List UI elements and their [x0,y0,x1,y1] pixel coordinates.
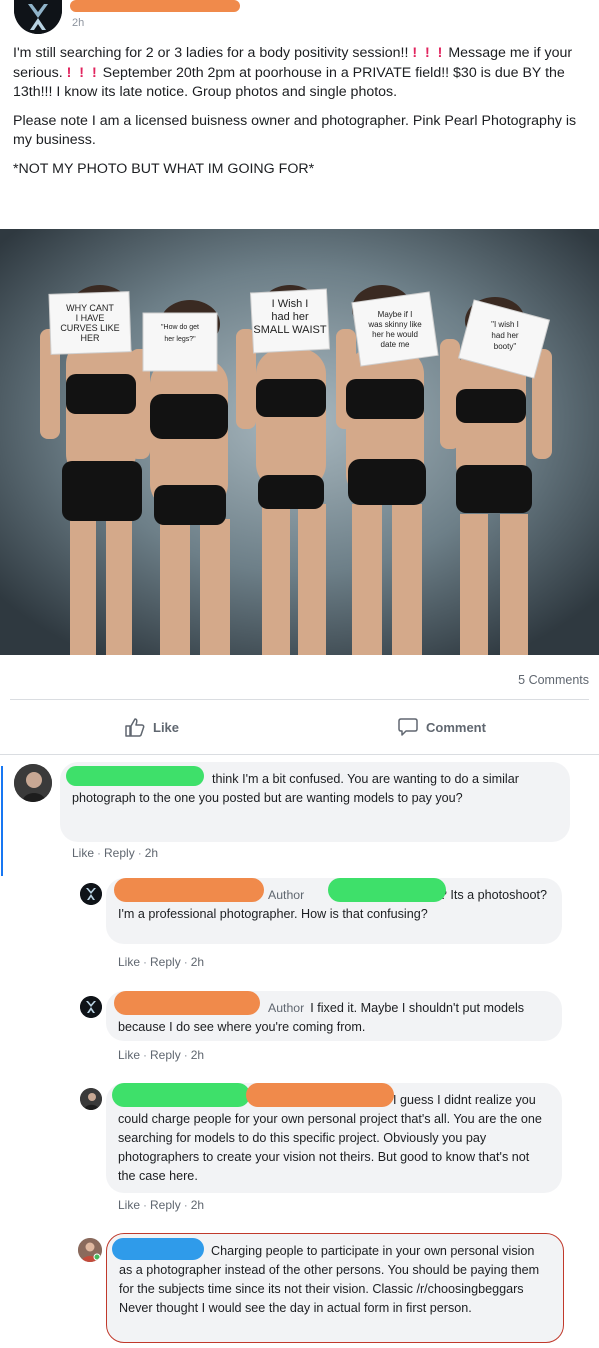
post-timestamp[interactable]: 2h [72,17,84,29]
sign-5-text: "I wish Ihad her booty" [491,320,519,351]
comment-2-actions: Like · Reply · 2h [118,955,205,969]
post-photo[interactable]: WHY CANT I HAVE CURVES LIKE HER "How do get… [0,229,599,655]
profile-photo-icon [80,1088,102,1110]
redacted-commenter-name [66,766,204,786]
post-paragraph-1: I'm still searching for 2 or 3 ladies fo… [13,45,573,100]
comments-count[interactable]: 5 Comments [518,673,589,687]
redacted-commenter-name [112,1238,204,1260]
logo-avatar-icon [80,883,102,905]
thread-indicator [1,766,3,876]
comment-time[interactable]: 2h [191,1198,204,1212]
commenter-avatar[interactable] [80,1088,102,1110]
comment-1-actions: Like · Reply · 2h [72,846,159,860]
logo-avatar-icon [80,996,102,1018]
author-tag: Author [268,888,305,902]
comment-time[interactable]: 2h [191,955,204,969]
author-tag: Author [268,1001,305,1015]
comment-time[interactable]: 2h [145,846,158,860]
commenter-avatar[interactable] [14,764,52,802]
comment-bubble-icon [397,717,419,737]
like-button[interactable]: Like [124,717,179,737]
redacted-poster-name [70,0,240,12]
post-paragraph-2: Please note I am a licensed buisness own… [13,112,577,149]
post-body: I'm still searching for 2 or 3 ladies fo… [13,44,593,188]
comment-4-actions: Like · Reply · 2h [118,1198,205,1212]
redacted-mention [328,878,446,902]
comment-reply-link[interactable]: Reply [150,1198,181,1212]
commenter-avatar[interactable] [78,1238,102,1262]
redacted-mention [246,1083,394,1107]
redacted-commenter-name [112,1083,250,1107]
group-photo-illustration: WHY CANT I HAVE CURVES LIKE HER "How do get… [0,229,599,655]
redacted-commenter-name [114,991,260,1015]
profile-photo-icon [78,1238,102,1262]
comment-3-actions: Like · Reply · 2h [118,1048,205,1062]
like-label: Like [153,719,180,735]
logo-avatar-image [14,0,62,34]
comment-like-link[interactable]: Like [118,1198,140,1212]
comment-like-link[interactable]: Like [118,955,140,969]
profile-photo-icon [14,764,52,802]
comment-like-link[interactable]: Like [72,846,94,860]
poster-avatar[interactable] [14,0,62,34]
redacted-commenter-name [114,878,264,902]
thumbs-up-icon [124,717,146,737]
exclamation-emoji: ! ! ! [412,45,445,61]
comment-button[interactable]: Comment [397,717,486,737]
comment-reply-link[interactable]: Reply [150,955,181,969]
comment-label: Comment [426,719,486,735]
post-card: 2h I'm still searching for 2 or 3 ladies… [0,0,599,754]
comment-reply-link[interactable]: Reply [104,846,135,860]
action-divider [10,699,589,700]
post-paragraph-3: *NOT MY PHOTO BUT WHAT IM GOING FOR* [13,160,315,177]
author-avatar[interactable] [80,996,102,1018]
comment-time[interactable]: 2h [191,1048,204,1062]
author-avatar[interactable] [80,883,102,905]
exclamation-emoji: ! ! ! [66,64,99,81]
comment-like-link[interactable]: Like [118,1048,140,1062]
comment-reply-link[interactable]: Reply [150,1048,181,1062]
